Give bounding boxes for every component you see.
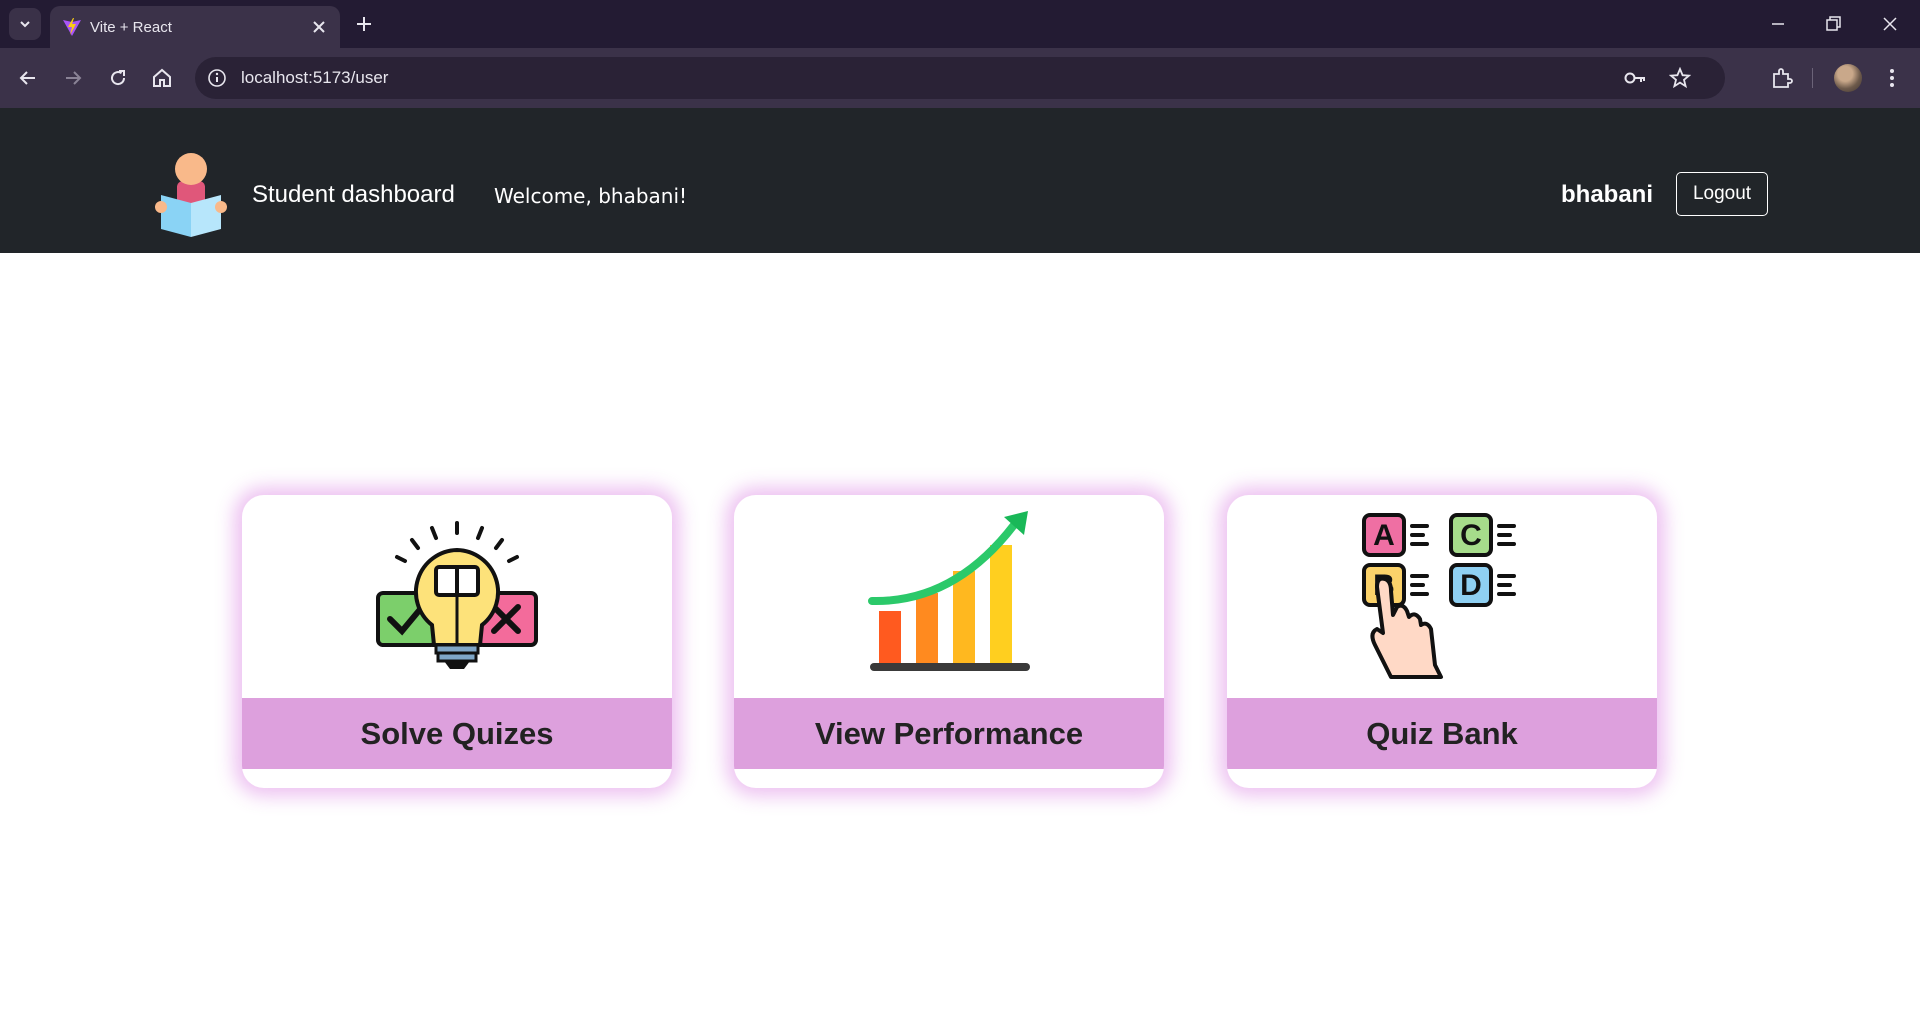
- lightbulb-quiz-icon: [376, 521, 538, 669]
- profile-avatar[interactable]: [1834, 64, 1862, 92]
- vite-favicon-icon: [63, 18, 81, 36]
- reload-icon[interactable]: [106, 66, 130, 90]
- logout-button[interactable]: Logout: [1676, 172, 1768, 216]
- forward-arrow-icon[interactable]: [61, 66, 85, 90]
- card-label-band: Solve Quizes: [242, 698, 672, 769]
- bookmark-star-icon[interactable]: [1669, 67, 1691, 89]
- close-window-icon[interactable]: [1880, 14, 1900, 34]
- student-reading-logo-icon: [155, 153, 227, 237]
- toolbar-divider: [1812, 68, 1813, 88]
- welcome-message: Welcome, bhabani!: [494, 184, 688, 208]
- new-tab-icon[interactable]: [354, 14, 374, 34]
- browser-tab[interactable]: Vite + React: [50, 6, 340, 48]
- card-label-band: View Performance: [734, 698, 1164, 769]
- address-bar[interactable]: localhost:5173/user: [195, 57, 1725, 99]
- restore-icon[interactable]: [1823, 14, 1843, 34]
- quiz-bank-card[interactable]: A C B D Quiz Bank: [1227, 495, 1657, 788]
- card-title: Solve Quizes: [360, 715, 554, 751]
- browser-titlebar: Vite + React: [0, 0, 1920, 48]
- password-key-icon[interactable]: [1623, 67, 1647, 89]
- minimize-icon[interactable]: [1768, 14, 1788, 34]
- solve-quizes-card[interactable]: Solve Quizes: [242, 495, 672, 788]
- card-title: View Performance: [814, 715, 1084, 751]
- brand-title[interactable]: Student dashboard: [252, 181, 455, 209]
- browser-toolbar: localhost:5173/user: [0, 48, 1920, 108]
- tab-title: Vite + React: [90, 19, 172, 36]
- card-label-band: Quiz Bank: [1227, 698, 1657, 769]
- more-menu-icon[interactable]: [1880, 66, 1904, 90]
- tab-search-button[interactable]: [9, 8, 41, 40]
- close-tab-icon[interactable]: [310, 18, 328, 36]
- card-title: Quiz Bank: [1366, 715, 1518, 751]
- chevron-down-icon: [20, 21, 30, 28]
- extensions-puzzle-icon[interactable]: [1770, 66, 1794, 90]
- growth-chart-icon: [868, 511, 1030, 671]
- svg-text:A: A: [1373, 519, 1395, 552]
- url-text: localhost:5173/user: [241, 68, 389, 87]
- app-navbar: Student dashboard Welcome, bhabani! bhab…: [0, 108, 1920, 253]
- svg-text:D: D: [1460, 569, 1482, 602]
- home-icon[interactable]: [150, 66, 174, 90]
- abcd-choice-icon: A C B D: [1362, 513, 1516, 679]
- site-info-icon[interactable]: [207, 68, 227, 88]
- svg-text:C: C: [1460, 519, 1482, 552]
- username-label: bhabani: [1561, 181, 1654, 208]
- back-arrow-icon[interactable]: [16, 66, 40, 90]
- view-performance-card[interactable]: View Performance: [734, 495, 1164, 788]
